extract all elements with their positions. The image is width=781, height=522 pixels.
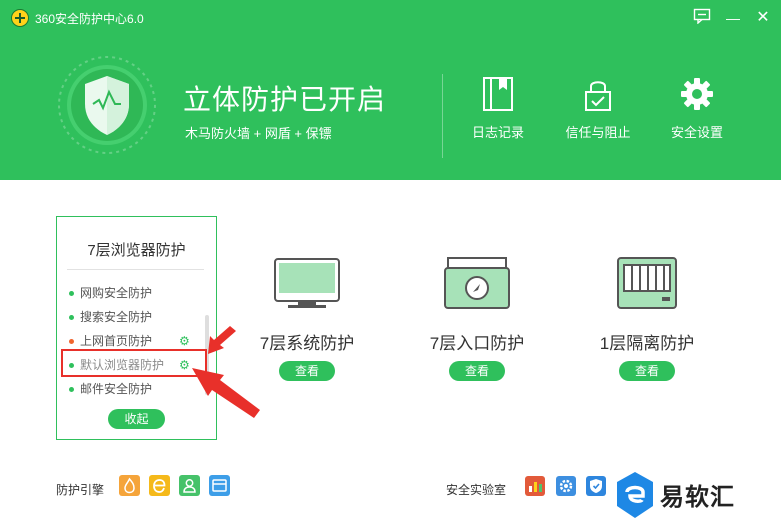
header-banner: 360安全防护中心6.0 — ✕ 立体防护已开启 木马防火墙 + 网盾 + 保镖… — [0, 0, 781, 180]
isolation-protection-name: 1层隔离防护 — [599, 334, 695, 353]
protection-status-title: 立体防护已开启 — [183, 84, 387, 115]
security-settings-label: 安全设置 — [670, 125, 723, 140]
feedback-icon[interactable] — [692, 8, 712, 28]
monitor-icon — [274, 258, 340, 308]
security-settings-button[interactable]: 安全设置 — [652, 76, 742, 146]
log-book-icon — [483, 77, 513, 111]
list-item-label: 网购安全防护 — [80, 286, 153, 300]
watermark-text: 易软汇 — [660, 484, 735, 511]
app-logo-icon — [11, 9, 29, 27]
status-dot-warning — [69, 339, 74, 344]
isolation-protection-feature: 1层隔离防护 查看 — [582, 255, 712, 385]
watermark-logo-icon — [617, 472, 653, 518]
fire-engine-icon[interactable] — [119, 475, 140, 496]
lock-check-icon — [585, 81, 611, 111]
lab-gear-icon[interactable] — [556, 476, 576, 496]
list-item-label: 上网首页防护 — [80, 334, 153, 348]
shield-icon — [45, 48, 165, 158]
lab-chart-icon[interactable] — [525, 476, 545, 496]
trust-block-button[interactable]: 信任与阻止 — [553, 76, 643, 146]
system-protection-feature: 7层系统防护 查看 — [242, 255, 372, 385]
system-protection-name: 7层系统防护 — [259, 334, 355, 353]
status-dot — [69, 315, 74, 320]
card-engine-icon[interactable] — [209, 475, 230, 496]
entry-protection-view-button[interactable]: 查看 — [449, 361, 505, 381]
list-item-shopping-protection: 网购安全防护 — [67, 281, 207, 305]
card-divider — [67, 269, 204, 270]
close-button[interactable]: ✕ — [753, 8, 773, 28]
gear-icon — [681, 78, 713, 110]
system-protection-view-button[interactable]: 查看 — [279, 361, 335, 381]
title-bar: 360安全防护中心6.0 — ✕ — [0, 0, 781, 36]
collapse-button[interactable]: 收起 — [108, 409, 165, 429]
isolation-protection-view-button[interactable]: 查看 — [619, 361, 675, 381]
log-record-label: 日志记录 — [471, 125, 524, 140]
window-title: 360安全防护中心6.0 — [35, 12, 144, 26]
entry-protection-name: 7层入口防护 — [429, 334, 525, 353]
watermark: 易软汇 — [610, 467, 781, 522]
ie-engine-icon[interactable] — [149, 475, 170, 496]
log-record-button[interactable]: 日志记录 — [453, 76, 543, 146]
protection-engine-label: 防护引擎 — [56, 483, 105, 497]
status-dot — [69, 387, 74, 392]
status-dot — [69, 291, 74, 296]
header-divider — [442, 74, 443, 158]
entry-protection-feature: 7层入口防护 查看 — [412, 255, 542, 385]
isolation-box-icon — [617, 257, 677, 309]
security-lab-label: 安全实验室 — [446, 483, 507, 497]
user-engine-icon[interactable] — [179, 475, 200, 496]
lab-shield-icon[interactable] — [586, 476, 606, 496]
list-item-label: 搜索安全防护 — [80, 310, 153, 324]
browser-protection-title: 7层浏览器防护 — [87, 242, 186, 259]
list-item-label: 邮件安全防护 — [80, 382, 153, 396]
entry-device-icon — [444, 257, 510, 309]
protection-status-subtitle: 木马防火墙 + 网盾 + 保镖 — [185, 126, 332, 141]
trust-block-label: 信任与阻止 — [565, 125, 631, 140]
minimize-button[interactable]: — — [723, 8, 743, 28]
